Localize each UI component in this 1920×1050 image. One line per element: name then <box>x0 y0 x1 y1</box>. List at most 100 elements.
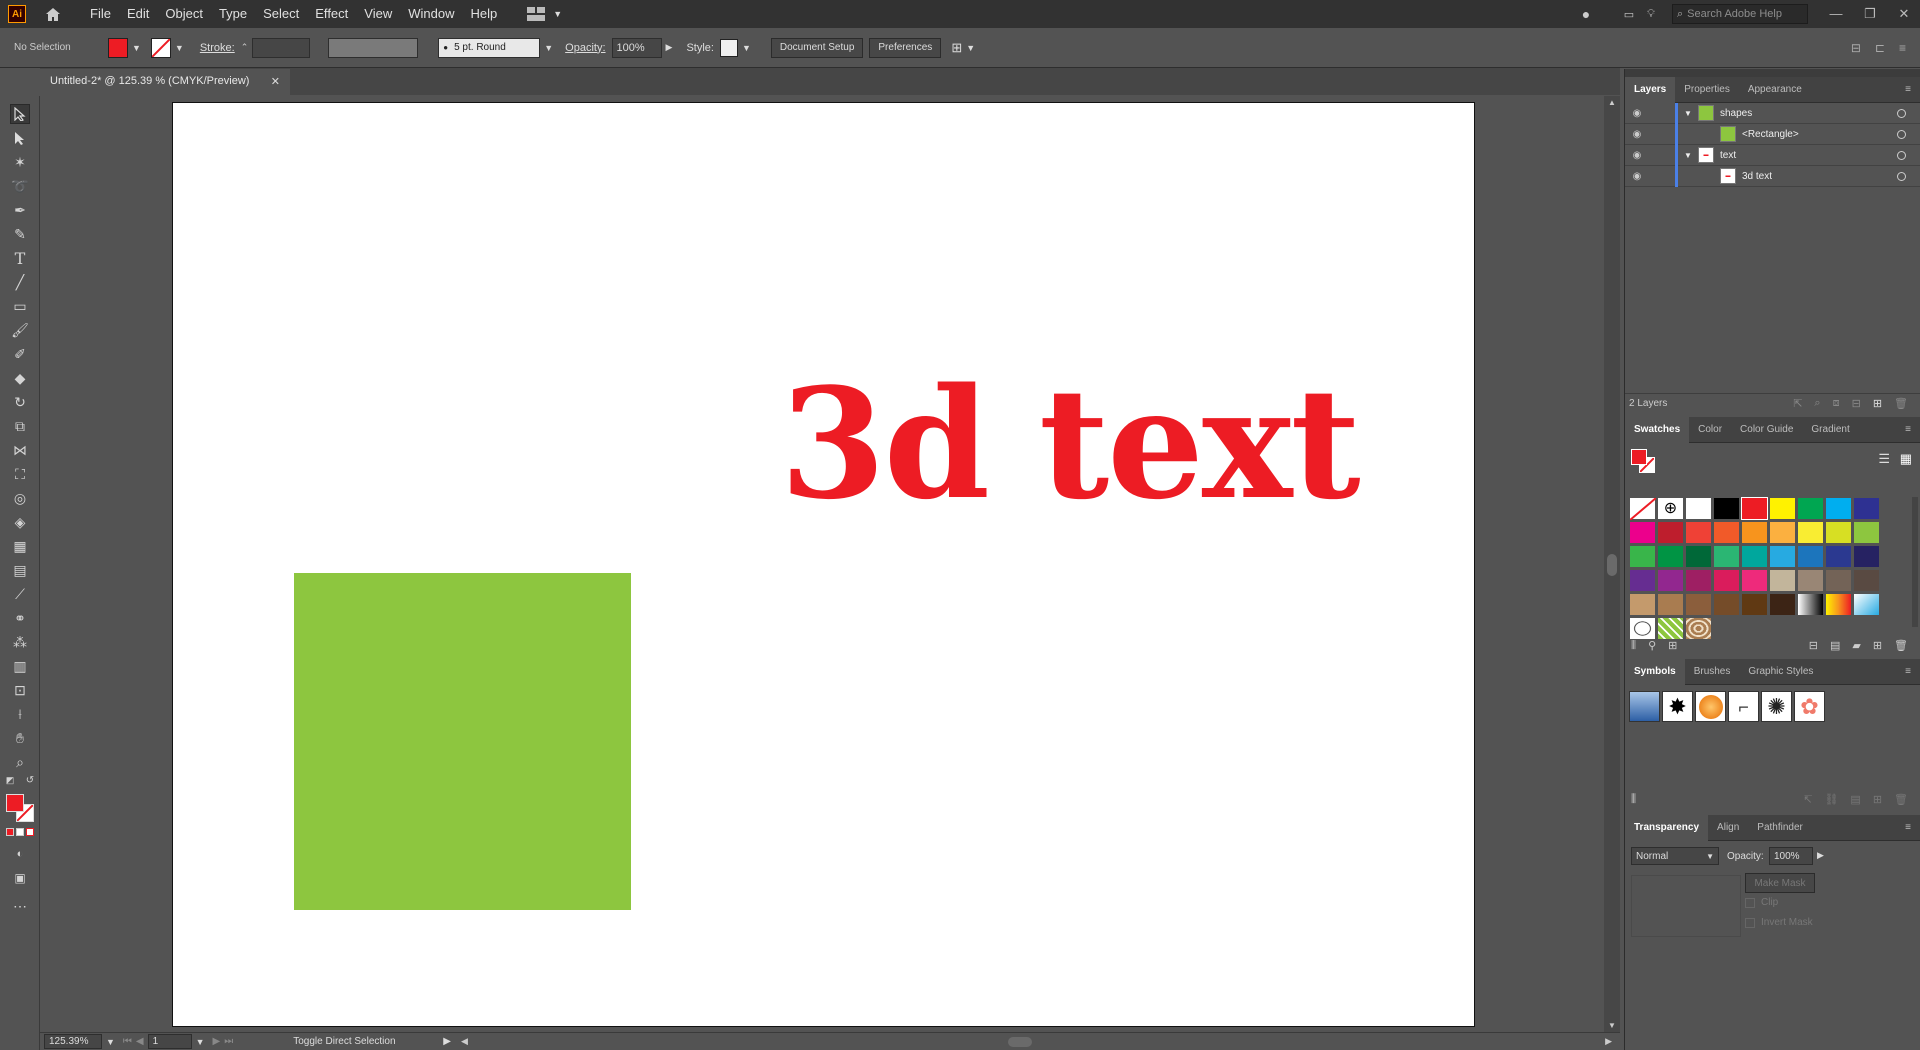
style-swatch[interactable] <box>719 38 738 57</box>
line-tool-icon[interactable]: ╱ <box>10 272 30 292</box>
eraser-tool-icon[interactable]: ◆ <box>10 368 30 388</box>
new-folder-icon[interactable]: ▰ <box>1852 639 1860 652</box>
default-fill-stroke-icon[interactable]: ◩ <box>4 774 16 786</box>
stroke-label[interactable]: Stroke: <box>200 42 235 54</box>
green-rectangle[interactable] <box>294 573 631 910</box>
color-swatch[interactable] <box>1825 545 1852 568</box>
menu-object[interactable]: Object <box>157 0 211 28</box>
screen-mode-icon[interactable]: ▣ <box>10 868 30 888</box>
swap-fill-stroke-icon[interactable]: ↺ <box>24 774 36 786</box>
tab-align[interactable]: Align <box>1708 815 1748 841</box>
color-swatch[interactable] <box>1685 593 1712 616</box>
panel-menu-icon[interactable]: ≡ <box>1896 77 1920 103</box>
target-circle-icon[interactable] <box>1897 129 1906 139</box>
color-swatch[interactable] <box>1769 497 1796 520</box>
color-swatch[interactable] <box>1853 521 1880 544</box>
color-swatch[interactable] <box>1741 497 1768 520</box>
scroll-up-icon[interactable]: ▲ <box>1608 98 1616 107</box>
menu-file[interactable]: File <box>82 0 119 28</box>
search-help-input[interactable]: ⌕ Search Adobe Help <box>1672 4 1808 24</box>
brush-definition[interactable]: ● 5 pt. Round <box>438 37 541 58</box>
make-mask-button[interactable]: Make Mask <box>1745 873 1815 893</box>
type-tool-icon[interactable]: T <box>10 248 30 268</box>
color-swatch[interactable] <box>1713 593 1740 616</box>
expand-chevron-icon[interactable]: ▼ <box>1678 151 1698 160</box>
menu-select[interactable]: Select <box>255 0 307 28</box>
3d-text-object[interactable]: 3d text <box>780 368 1361 520</box>
symbol-splat[interactable]: ✸ <box>1662 691 1693 722</box>
color-swatch[interactable] <box>1685 545 1712 568</box>
prev-artboard-icon[interactable]: ◀ <box>136 1036 144 1047</box>
symbol-sprayer-tool-icon[interactable]: ⁂ <box>10 632 30 652</box>
chevron-right-icon[interactable]: ▶ <box>666 42 673 53</box>
tab-graphic-styles[interactable]: Graphic Styles <box>1739 659 1822 685</box>
color-group-icon[interactable]: ⊟ <box>1809 639 1818 652</box>
transform-icon[interactable]: ⊏ <box>1875 41 1885 55</box>
arrange-icon[interactable]: ⊞ <box>951 40 962 56</box>
visibility-eye-icon[interactable]: ◉ <box>1625 129 1649 140</box>
color-swatch[interactable] <box>1685 497 1712 520</box>
delete-swatch-icon[interactable]: 🗑︎ <box>1894 639 1908 652</box>
color-swatch[interactable] <box>1853 497 1880 520</box>
chevron-down-icon[interactable]: ▼ <box>544 43 553 53</box>
new-layer-icon[interactable]: ⊞ <box>1873 397 1882 410</box>
layer-row-text[interactable]: ◉ ▼ ▬ text <box>1625 144 1920 166</box>
color-swatch[interactable] <box>1657 593 1684 616</box>
layer-name[interactable]: text <box>1720 150 1736 161</box>
new-sublayer-icon[interactable]: ⊟ <box>1852 397 1861 410</box>
tab-appearance[interactable]: Appearance <box>1739 77 1811 103</box>
layer-row-rectangle[interactable]: ◉ <Rectangle> <box>1625 123 1920 145</box>
chevron-down-icon[interactable]: ▼ <box>742 43 751 53</box>
direct-selection-tool-icon[interactable] <box>10 128 30 148</box>
scroll-down-icon[interactable]: ▼ <box>1608 1021 1616 1030</box>
color-swatch[interactable] <box>1825 521 1852 544</box>
menu-effect[interactable]: Effect <box>307 0 356 28</box>
swatch-kind-icon[interactable]: ⚲ <box>1648 639 1656 652</box>
layer-name[interactable]: shapes <box>1720 108 1752 119</box>
stroke-stepper[interactable]: ⌃ <box>241 42 249 53</box>
tab-properties[interactable]: Properties <box>1675 77 1739 103</box>
symbol-options-icon[interactable]: ▤ <box>1850 793 1860 806</box>
color-swatch[interactable] <box>1741 593 1768 616</box>
menu-edit[interactable]: Edit <box>119 0 157 28</box>
chevron-down-icon[interactable]: ▼ <box>175 43 184 53</box>
pattern-swatch[interactable] <box>1629 617 1656 640</box>
panel-menu-icon[interactable]: ≡ <box>1896 659 1920 685</box>
eyedropper-tool-icon[interactable]: ⟋ <box>10 584 30 604</box>
account-icon[interactable]: ● <box>1574 6 1598 22</box>
scroll-left-icon[interactable]: ◀ <box>461 1036 468 1047</box>
color-swatch[interactable] <box>1797 569 1824 592</box>
swatch-options-icon[interactable]: ⊞ <box>1668 639 1677 652</box>
target-circle-icon[interactable] <box>1897 108 1906 118</box>
locate-object-icon[interactable]: ⌕ <box>1814 397 1820 410</box>
first-artboard-icon[interactable]: ⏮ <box>123 1036 132 1047</box>
menu-window[interactable]: Window <box>400 0 462 28</box>
swatch-options2-icon[interactable]: ▤ <box>1830 639 1840 652</box>
color-swatch[interactable] <box>1713 569 1740 592</box>
shape-builder-tool-icon[interactable]: ◎ <box>10 488 30 508</box>
tab-transparency[interactable]: Transparency <box>1625 814 1709 841</box>
document-setup-button[interactable]: Document Setup <box>770 37 864 58</box>
discover-icon[interactable]: 💡︎ <box>1640 8 1662 21</box>
tab-brushes[interactable]: Brushes <box>1685 659 1740 685</box>
symbol-libraries-icon[interactable]: ⫼ <box>1631 793 1636 806</box>
panel-menu-icon[interactable]: ≡ <box>1896 815 1920 841</box>
color-swatch[interactable] <box>1685 569 1712 592</box>
color-swatch[interactable] <box>1825 497 1852 520</box>
color-swatch[interactable] <box>1657 521 1684 544</box>
place-symbol-icon[interactable]: ↸ <box>1803 793 1812 806</box>
visibility-eye-icon[interactable]: ◉ <box>1625 108 1649 119</box>
color-swatch[interactable] <box>1629 593 1656 616</box>
tab-gradient[interactable]: Gradient <box>1802 417 1858 443</box>
opacity-field[interactable]: 100% <box>611 37 662 58</box>
last-artboard-icon[interactable]: ⏭ <box>224 1036 233 1047</box>
gradient-mode-icon[interactable] <box>16 828 24 836</box>
draw-mode-icon[interactable]: ◐ <box>10 844 30 864</box>
symbol-wreath[interactable]: ✺ <box>1761 691 1792 722</box>
status-menu-icon[interactable]: ▶ <box>443 1036 451 1047</box>
gradient-tool-icon[interactable]: ▤ <box>10 560 30 580</box>
color-swatch[interactable] <box>1629 545 1656 568</box>
break-link-icon[interactable]: ⛓ <box>1824 793 1838 806</box>
scale-tool-icon[interactable]: ⧉ <box>10 416 30 436</box>
color-swatch[interactable] <box>1657 569 1684 592</box>
